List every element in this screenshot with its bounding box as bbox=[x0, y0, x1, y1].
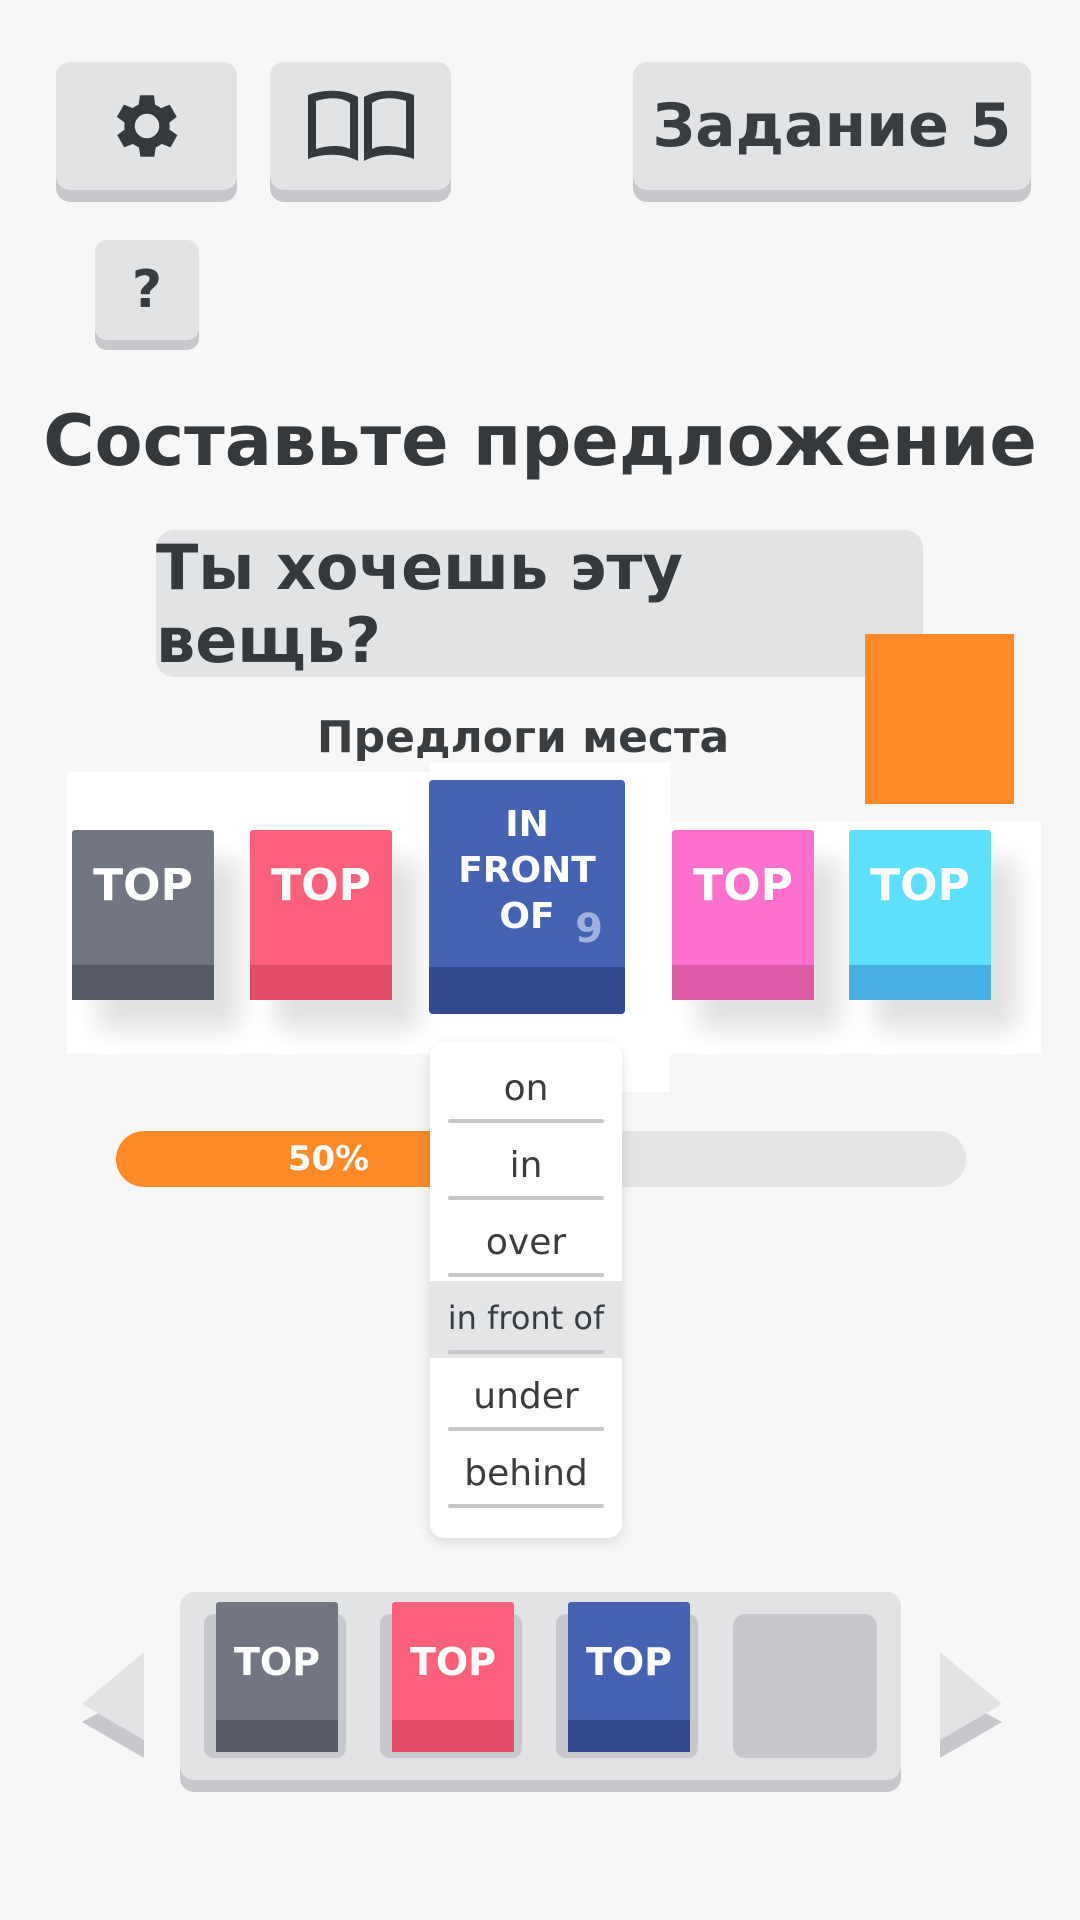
level-indicator[interactable]: Задание 5 bbox=[633, 62, 1031, 190]
book-icon bbox=[307, 90, 414, 161]
tile-edge bbox=[72, 965, 214, 1000]
tile-label: TOP bbox=[93, 860, 193, 911]
word-tile[interactable]: TOP bbox=[72, 830, 214, 1000]
answer-tray: TOP TOP TOP bbox=[180, 1592, 901, 1780]
arrow-right-icon[interactable] bbox=[934, 1648, 1006, 1758]
word-tile[interactable]: TOP bbox=[849, 830, 991, 1000]
dropdown-option[interactable]: over bbox=[430, 1204, 622, 1281]
answer-tile-label: TOP bbox=[409, 1640, 497, 1684]
empty-answer-slot[interactable] bbox=[733, 1614, 877, 1758]
topic-label: Предлоги места bbox=[316, 712, 730, 763]
dropdown-option[interactable]: under bbox=[430, 1358, 622, 1435]
dropdown-option-label: under bbox=[473, 1376, 579, 1417]
sentence-prompt: Ты хочешь эту вещь? bbox=[156, 530, 923, 677]
tile-edge bbox=[392, 1720, 514, 1752]
answer-tile[interactable]: TOP bbox=[216, 1602, 338, 1752]
dropdown-option[interactable]: on bbox=[430, 1050, 622, 1127]
tile-edge bbox=[568, 1720, 690, 1752]
tile-edge bbox=[672, 965, 814, 1000]
help-button[interactable]: ? bbox=[95, 240, 199, 340]
option-underline bbox=[448, 1196, 604, 1200]
dropdown-option-label: behind bbox=[464, 1453, 588, 1494]
settings-button[interactable] bbox=[56, 62, 237, 190]
dropdown-option-label: in bbox=[509, 1145, 543, 1186]
tile-count: 9 bbox=[575, 906, 603, 952]
dropdown-option[interactable]: behind bbox=[430, 1435, 622, 1512]
option-dropdown: on in over in front of under behind bbox=[430, 1042, 622, 1538]
option-underline bbox=[448, 1273, 604, 1277]
word-tile[interactable]: TOP bbox=[672, 830, 814, 1000]
tile-label: TOP bbox=[271, 860, 371, 911]
tile-label: TOP bbox=[870, 860, 970, 911]
answer-tile[interactable]: TOP bbox=[568, 1602, 690, 1752]
tile-edge bbox=[216, 1720, 338, 1752]
answer-tile[interactable]: TOP bbox=[392, 1602, 514, 1752]
word-tile[interactable]: TOP bbox=[250, 830, 392, 1000]
dictionary-button[interactable] bbox=[270, 62, 451, 190]
word-tile-selected[interactable]: IN FRONT OF 9 bbox=[429, 780, 625, 1014]
answer-tile-label: TOP bbox=[585, 1640, 673, 1684]
option-underline bbox=[448, 1350, 604, 1354]
option-underline bbox=[448, 1427, 604, 1431]
tile-label: TOP bbox=[693, 860, 793, 911]
dropdown-option-label: in front of bbox=[447, 1299, 605, 1337]
arrow-left-icon[interactable] bbox=[78, 1648, 150, 1758]
answer-tile-label: TOP bbox=[233, 1640, 321, 1684]
tile-edge bbox=[849, 965, 991, 1000]
page-title: Составьте предложение bbox=[43, 400, 1037, 482]
dropdown-option[interactable]: in bbox=[430, 1127, 622, 1204]
gear-icon bbox=[116, 95, 177, 157]
dropdown-option[interactable]: in front of bbox=[430, 1281, 622, 1358]
option-underline bbox=[448, 1504, 604, 1508]
tile-edge bbox=[250, 965, 392, 1000]
option-underline bbox=[448, 1119, 604, 1123]
dropdown-option-label: on bbox=[503, 1068, 549, 1109]
dropdown-option-label: over bbox=[485, 1222, 567, 1263]
tile-edge bbox=[429, 967, 625, 1014]
